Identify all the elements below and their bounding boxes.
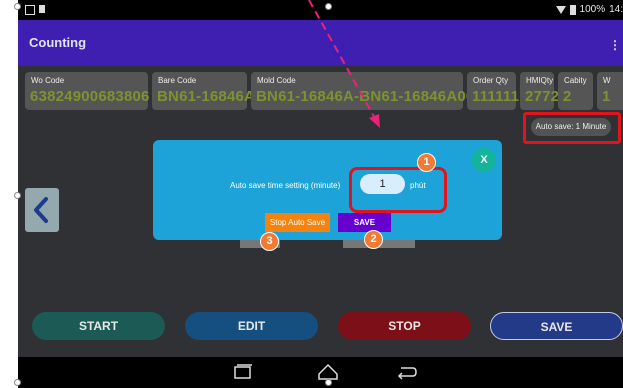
selection-handle [14,3,21,10]
wo-code-label: Wo Code [31,76,65,85]
auto-save-time-label: Auto save time setting (minute) [230,181,341,190]
page-title: Counting [29,35,87,50]
notification-icon [39,5,45,13]
status-icons-left [25,5,45,15]
wifi-icon [555,5,566,14]
hmi-qty-label: HMIQty [526,76,554,85]
battery-percent: 100% [579,4,606,15]
status-icons-right: 100% 14: [555,4,623,15]
close-dialog-button[interactable]: X [472,148,496,172]
hmi-qty-value: 2772 [525,88,560,105]
system-nav-bar [18,357,623,388]
extra-label: W [603,76,611,85]
clock: 14: [609,4,623,15]
hmi-qty-card: HMIQty 2772 [520,72,559,110]
bare-code-label: Bare Code [158,76,197,85]
selection-handle [325,3,332,10]
callout-2: 2 [364,230,383,249]
stop-auto-save-button[interactable]: Stop Auto Save [265,213,330,232]
mold-code-label: Mold Code [257,76,296,85]
selection-handle [325,379,332,386]
save-button[interactable]: SAVE [490,312,623,340]
edit-button[interactable]: EDIT [185,312,318,340]
back-button[interactable] [25,188,59,232]
battery-icon [569,4,576,15]
input-highlight [349,167,447,213]
stop-button[interactable]: STOP [338,312,471,340]
start-button[interactable]: START [32,312,165,340]
back-chevron-icon [34,197,48,223]
cabity-card: Cabity 2 [558,72,593,110]
bare-code-card: Bare Code BN61-16846A [152,72,255,110]
overflow-menu-icon[interactable]: ⋮ [609,38,621,52]
wo-code-card: Wo Code 63824900683806 [25,72,150,110]
app-screen: 100% 14: Counting ⋮ Wo Code 638249006838… [18,0,623,388]
dialog-save-button[interactable]: SAVE [338,213,391,232]
extra-card: W 1 [597,72,623,110]
order-qty-card: Order Qty 111111 [467,72,520,110]
order-qty-value: 111111 [472,88,520,105]
selection-handle [14,192,21,199]
wo-code-value: 63824900683806 [30,88,150,105]
callout-3: 3 [260,232,279,251]
bare-code-value: BN61-16846A [157,88,256,105]
cabity-value: 2 [563,88,572,105]
extra-value: 1 [602,88,611,105]
recent-apps-icon[interactable] [232,362,254,382]
screenshot-icon [25,5,35,15]
order-qty-label: Order Qty [473,76,509,85]
auto-save-highlight [523,112,621,144]
back-nav-icon[interactable] [395,362,419,382]
selection-handle [14,379,21,386]
callout-1: 1 [417,153,436,172]
pointer-arrow [308,0,380,128]
auto-save-dialog: Auto save time setting (minute) 1 phút X… [153,140,502,240]
cabity-label: Cabity [564,76,587,85]
